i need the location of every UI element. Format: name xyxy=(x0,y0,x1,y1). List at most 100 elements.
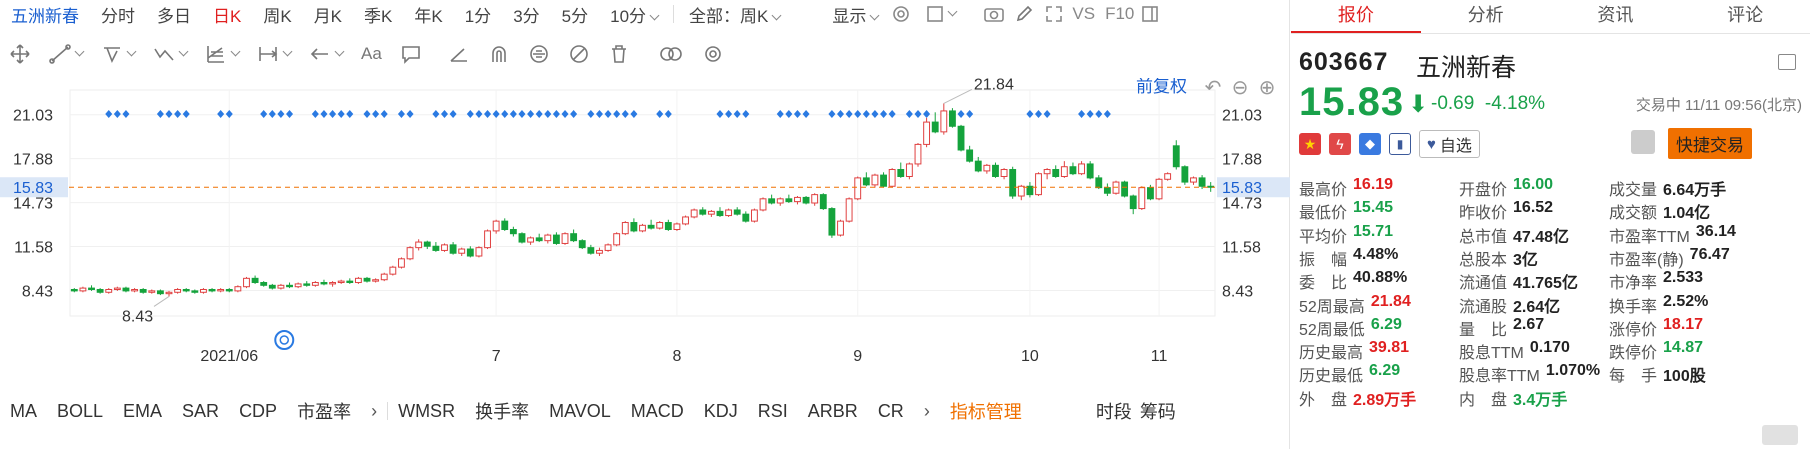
fullscreen-icon[interactable] xyxy=(1042,2,1066,26)
arrow-tool[interactable] xyxy=(300,43,352,65)
signal-marker xyxy=(449,110,457,118)
indicator-manage-button[interactable]: 指标管理 xyxy=(940,398,1032,424)
stat-item: 总市值 47.48亿 xyxy=(1459,223,1569,247)
indicator-sar[interactable]: SAR xyxy=(172,401,229,422)
tab-comments[interactable]: 评论 xyxy=(1680,0,1810,33)
magnet-tool[interactable] xyxy=(479,43,519,65)
indicator-arbr[interactable]: ARBR xyxy=(798,401,868,422)
candle-body xyxy=(165,291,173,295)
indicator-turnover[interactable]: 换手率 xyxy=(465,398,539,424)
indicator-kdj[interactable]: KDJ xyxy=(694,401,748,422)
tab-quarterly-k[interactable]: 季K xyxy=(353,2,403,27)
kline-chart[interactable]: 8.43 8.43 11.58 11.58 14.73 14.73 17.88 17.88 21… xyxy=(0,78,1290,368)
indicator-cr[interactable]: CR xyxy=(868,401,914,422)
hide-tool[interactable] xyxy=(559,43,599,65)
signal-marker xyxy=(372,110,380,118)
bookmark-icon[interactable]: ▮ xyxy=(1389,133,1411,155)
overlay-tool[interactable] xyxy=(649,43,693,65)
tag-icon[interactable]: ◆ xyxy=(1359,133,1381,155)
chevron-down-icon xyxy=(230,46,241,56)
indicator-scroll-right-icon[interactable]: › xyxy=(361,401,387,422)
lightning-icon[interactable]: ϟ xyxy=(1329,133,1351,155)
stock-selector[interactable]: 五洲新春 xyxy=(0,2,90,27)
wave-tool[interactable] xyxy=(144,43,196,65)
drawing-settings[interactable] xyxy=(693,43,733,65)
comment-tool[interactable] xyxy=(391,43,431,65)
tab-fenshi[interactable]: 分时 xyxy=(90,2,146,27)
stat-value: 16.00 xyxy=(1513,176,1554,193)
stat-item: 每 手 100股 xyxy=(1609,362,1706,386)
candle-body xyxy=(1155,178,1163,200)
indicator-bar: MA BOLL EMA SAR CDP 市盈率 › WMSR 换手率 MAVOL… xyxy=(0,398,1290,424)
stat-item: 总股本 3亿 xyxy=(1459,246,1538,270)
signal-marker xyxy=(905,110,913,118)
indicator-scroll-right-icon[interactable]: › xyxy=(914,401,940,422)
delete-tool[interactable] xyxy=(599,43,639,65)
compare-button[interactable]: VS xyxy=(1066,4,1101,24)
zoom-out-icon[interactable]: ⊖ xyxy=(1232,78,1249,99)
chevron-down-icon[interactable] xyxy=(947,6,958,16)
line-tool[interactable] xyxy=(40,43,92,65)
tab-quote[interactable]: 报价 xyxy=(1291,0,1421,33)
china-flag-icon[interactable]: ★ xyxy=(1299,133,1321,155)
tab-10min[interactable]: 10分 xyxy=(599,2,669,27)
lock-tool[interactable] xyxy=(519,43,559,65)
move-tool[interactable] xyxy=(0,43,40,65)
arrow-left-icon xyxy=(310,48,328,60)
candle-body xyxy=(828,208,836,236)
tab-1min[interactable]: 1分 xyxy=(454,2,502,27)
stat-label: 成交额 xyxy=(1609,205,1658,223)
angle-tool[interactable] xyxy=(439,43,479,65)
polyline-tool[interactable] xyxy=(92,43,144,65)
candle-body xyxy=(750,209,758,222)
settings-icon[interactable] xyxy=(889,2,913,26)
candle-body xyxy=(501,220,509,231)
indicator-ema[interactable]: EMA xyxy=(113,401,172,422)
menu-icon[interactable] xyxy=(1778,54,1796,70)
tab-monthly-k[interactable]: 月K xyxy=(303,2,353,27)
camera-icon[interactable] xyxy=(982,2,1006,26)
indicator-pe[interactable]: 市盈率 xyxy=(287,398,361,424)
sidebar-toggle-icon[interactable] xyxy=(1138,2,1162,26)
candle-body xyxy=(148,290,156,293)
text-tool[interactable]: Aa xyxy=(352,44,391,64)
indicator-cdp[interactable]: CDP xyxy=(229,401,287,422)
tab-daily-k[interactable]: 日K xyxy=(202,2,252,27)
f10-button[interactable]: F10 xyxy=(1101,4,1138,24)
heart-icon: ♥ xyxy=(1427,135,1436,153)
pencil-icon[interactable] xyxy=(1012,2,1036,26)
period-dropdown[interactable]: 全部：周K xyxy=(678,2,791,27)
range-tool[interactable] xyxy=(248,43,300,65)
chip-distribution-button[interactable]: 筹码 xyxy=(1136,398,1180,424)
tab-news[interactable]: 资讯 xyxy=(1551,0,1681,33)
zoom-in-icon[interactable]: ⊕ xyxy=(1259,78,1276,99)
undo-icon[interactable]: ↶ xyxy=(1205,78,1222,99)
tab-duori[interactable]: 多日 xyxy=(146,2,202,27)
candle-body xyxy=(1009,169,1017,197)
signal-marker xyxy=(966,110,974,118)
tab-analysis[interactable]: 分析 xyxy=(1421,0,1551,33)
tab-weekly-k[interactable]: 周K xyxy=(252,2,302,27)
adjust-mode-label[interactable]: 前复权 xyxy=(1136,78,1187,96)
bell-icon[interactable] xyxy=(1631,130,1655,154)
fib-tool[interactable] xyxy=(196,43,248,65)
y-tick-label-left: 11.58 xyxy=(14,240,53,257)
fast-trade-button[interactable]: 快捷交易 xyxy=(1668,128,1752,159)
indicator-boll[interactable]: BOLL xyxy=(47,401,113,422)
indicator-wmsr[interactable]: WMSR xyxy=(388,401,465,422)
indicator-mavol[interactable]: MAVOL xyxy=(539,401,621,422)
period-segment-button[interactable]: 时段 xyxy=(1092,398,1136,424)
signal-marker xyxy=(475,110,483,118)
tab-3min[interactable]: 3分 xyxy=(502,2,550,27)
display-dropdown[interactable]: 显示 xyxy=(821,2,889,27)
indicator-rsi[interactable]: RSI xyxy=(748,401,798,422)
add-watchlist-button[interactable]: ♥ 自选 xyxy=(1419,130,1480,158)
indicator-ma[interactable]: MA xyxy=(0,401,47,422)
tab-5min[interactable]: 5分 xyxy=(551,2,599,27)
x-tick-label: 10 xyxy=(1021,348,1039,365)
indicator-macd[interactable]: MACD xyxy=(621,401,694,422)
tab-yearly-k[interactable]: 年K xyxy=(403,2,453,27)
layout-box-icon[interactable] xyxy=(923,2,947,26)
signal-marker xyxy=(363,110,371,118)
candle-body xyxy=(441,244,448,251)
